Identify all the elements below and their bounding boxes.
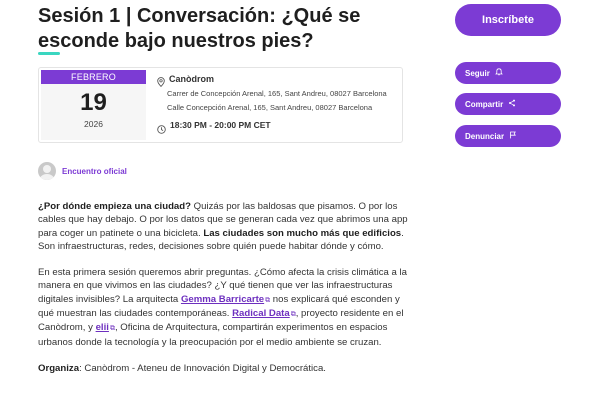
description-paragraph-1: ¿Por dónde empieza una ciudad? Quizás po… [38, 200, 408, 253]
share-label: Compartir [465, 99, 504, 109]
report-label: Denunciar [465, 131, 505, 141]
link-gemma-barricarte[interactable]: Gemma Barricarte [181, 294, 264, 305]
follow-label: Seguir [465, 68, 490, 78]
follow-button[interactable]: Seguir [455, 62, 561, 84]
organizer-label[interactable]: Encuentro oficial [62, 167, 127, 176]
location-pin-icon [157, 74, 165, 88]
flag-icon [509, 131, 517, 141]
description-paragraph-3: Organiza: Canòdrom - Ateneu de Innovació… [38, 362, 408, 375]
event-time: 18:30 PM - 20:00 PM CET [170, 120, 271, 130]
date-month: FEBRERO [41, 70, 146, 84]
event-title: Sesión 1 | Conversación: ¿Qué se esconde… [38, 5, 361, 52]
share-icon [508, 99, 516, 109]
date-box: FEBRERO 19 2026 [41, 70, 146, 140]
event-info-card: FEBRERO 19 2026 Canòdrom Carrer de Conce… [38, 67, 403, 143]
location-block: Canòdrom Carrer de Concepción Arenal, 16… [157, 74, 402, 134]
organizer: Encuentro oficial [38, 162, 127, 180]
report-button[interactable]: Denunciar [455, 125, 561, 147]
title-underline [38, 52, 60, 55]
location-address-2: Calle Concepción Arenal, 165, Sant Andre… [167, 103, 373, 112]
avatar [38, 162, 56, 180]
bell-icon [495, 68, 503, 78]
location-address-1: Carrer de Concepción Arenal, 165, Sant A… [167, 89, 387, 98]
clock-icon [157, 121, 166, 134]
location-name[interactable]: Canòdrom [169, 74, 214, 84]
description-bold: Las ciudades son mucho más que edificios [203, 227, 402, 239]
date-day: 19 [80, 89, 107, 116]
description-lead: ¿Por dónde empieza una ciudad? [38, 201, 191, 212]
event-description: ¿Por dónde empieza una ciudad? Quizás po… [38, 200, 408, 388]
description-paragraph-2: En esta primera sesión queremos abrir pr… [38, 266, 408, 349]
description-text: : Canòdrom - Ateneu de Innovación Digita… [79, 362, 326, 374]
organiza-label: Organiza [38, 362, 80, 374]
register-button[interactable]: Inscríbete [455, 4, 561, 36]
link-elii[interactable]: elii [96, 322, 109, 333]
share-button[interactable]: Compartir [455, 93, 561, 115]
date-year: 2026 [84, 119, 103, 129]
link-radical-data[interactable]: Radical Data [232, 308, 290, 319]
